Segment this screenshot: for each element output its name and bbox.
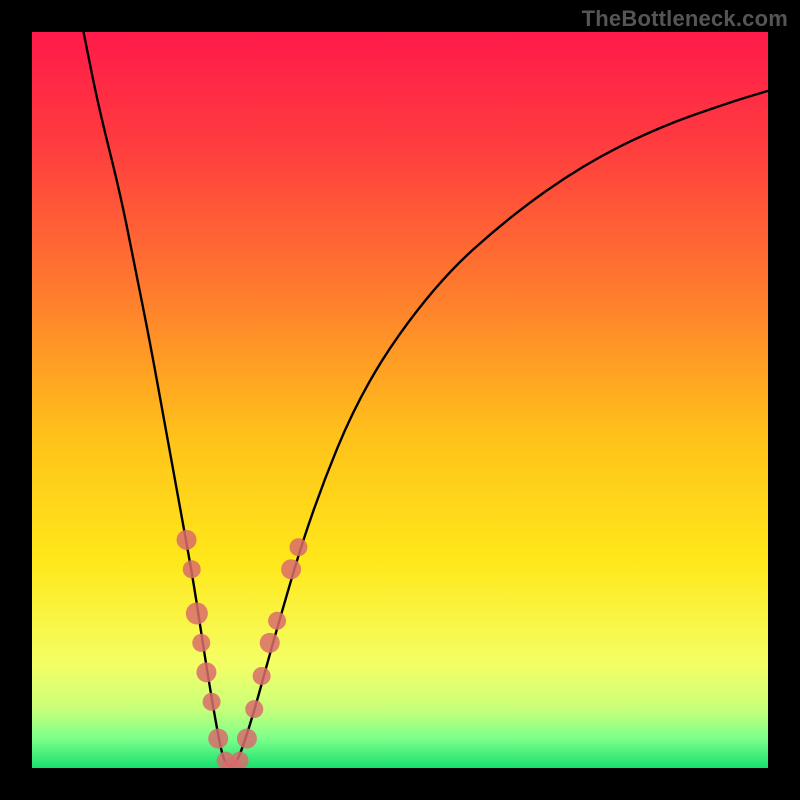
highlight-marker [260, 633, 280, 653]
highlight-marker [268, 612, 286, 630]
highlight-marker [186, 602, 208, 624]
highlight-marker [281, 559, 301, 579]
plot-area [32, 32, 768, 768]
highlight-marker [253, 667, 271, 685]
bottleneck-chart [32, 32, 768, 768]
highlight-marker [196, 662, 216, 682]
gradient-background [32, 32, 768, 768]
highlight-marker [203, 693, 221, 711]
highlight-marker [192, 634, 210, 652]
watermark-label: TheBottleneck.com [582, 6, 788, 32]
highlight-marker [183, 560, 201, 578]
highlight-marker [208, 729, 228, 749]
highlight-marker [245, 700, 263, 718]
highlight-marker [177, 530, 197, 550]
highlight-marker [289, 538, 307, 556]
chart-frame: TheBottleneck.com [0, 0, 800, 800]
highlight-marker [237, 729, 257, 749]
